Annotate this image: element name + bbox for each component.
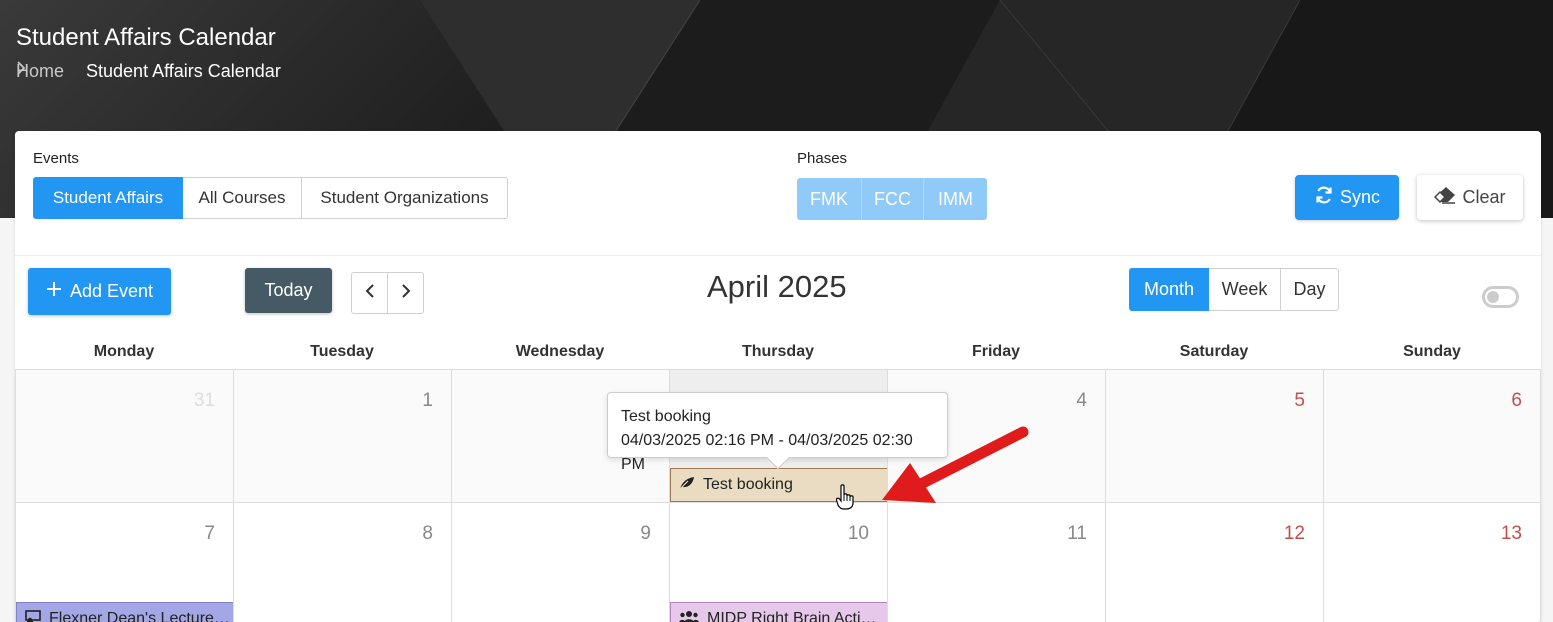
day-cell[interactable]: 1 bbox=[233, 370, 451, 502]
section-divider bbox=[15, 255, 1541, 256]
eraser-icon bbox=[1434, 186, 1456, 209]
filter-student-affairs[interactable]: Student Affairs bbox=[33, 177, 183, 219]
clear-button[interactable]: Clear bbox=[1417, 175, 1523, 220]
day-number: 6 bbox=[1511, 390, 1522, 411]
day-number: 1 bbox=[422, 390, 433, 411]
phases-filter-label: Phases bbox=[797, 150, 848, 167]
hand-cursor-icon bbox=[835, 484, 854, 515]
next-month-button[interactable] bbox=[387, 272, 424, 314]
users-icon bbox=[679, 610, 699, 622]
prev-month-button[interactable] bbox=[351, 272, 388, 314]
weekday-header: Monday Tuesday Wednesday Thursday Friday… bbox=[15, 334, 1541, 370]
add-event-button[interactable]: Add Event bbox=[28, 268, 171, 315]
weekday-monday: Monday bbox=[93, 343, 155, 360]
chevron-right-icon bbox=[401, 283, 411, 304]
today-button[interactable]: Today bbox=[245, 268, 332, 313]
view-day[interactable]: Day bbox=[1281, 268, 1339, 311]
annotation-arrow bbox=[880, 424, 1030, 511]
day-cell[interactable]: 31 bbox=[15, 370, 233, 502]
calendar-card: Events Student Affairs All Courses Stude… bbox=[15, 131, 1541, 622]
day-number: 4 bbox=[1076, 390, 1087, 411]
day-cell[interactable]: 5 bbox=[1105, 370, 1323, 502]
add-event-label: Add Event bbox=[69, 281, 154, 301]
day-cell[interactable]: 12 bbox=[1105, 503, 1323, 622]
phase-imm[interactable]: IMM bbox=[924, 178, 987, 220]
filter-student-organizations[interactable]: Student Organizations bbox=[302, 177, 508, 219]
sync-icon bbox=[1314, 185, 1334, 210]
day-cell[interactable]: 10 MIDP Right Brain Acti… bbox=[669, 503, 888, 622]
day-number: 11 bbox=[1067, 523, 1087, 544]
day-cell[interactable]: 9 bbox=[451, 503, 669, 622]
day-number: 7 bbox=[204, 523, 215, 544]
day-cell[interactable]: 8 bbox=[233, 503, 451, 622]
view-switcher: Month Week Day bbox=[1129, 268, 1339, 311]
plus-icon bbox=[46, 281, 62, 302]
calendar-week-2: 7 Flexner Dean's Lecture… 8 9 10 MIDP Ri… bbox=[15, 503, 1541, 622]
weekday-saturday: Saturday bbox=[1179, 343, 1249, 360]
view-week[interactable]: Week bbox=[1209, 268, 1281, 311]
day-number: 31 bbox=[193, 390, 215, 411]
lecture-icon bbox=[25, 609, 41, 622]
day-number: 12 bbox=[1283, 523, 1305, 544]
toggle-knob bbox=[1487, 291, 1499, 303]
weekday-friday: Friday bbox=[971, 343, 1020, 360]
page-title: Student Affairs Calendar bbox=[16, 24, 276, 51]
chevron-left-icon bbox=[365, 283, 375, 304]
sync-label: Sync bbox=[1339, 187, 1381, 207]
events-filter-group: Student Affairs All Courses Student Orga… bbox=[33, 177, 508, 219]
weekday-tuesday: Tuesday bbox=[310, 343, 374, 360]
phase-fmk[interactable]: FMK bbox=[797, 178, 862, 220]
breadcrumb-current: Student Affairs Calendar bbox=[86, 61, 281, 81]
day-number: 5 bbox=[1294, 390, 1305, 411]
day-cell[interactable]: 11 bbox=[887, 503, 1105, 622]
day-cell[interactable]: 6 bbox=[1323, 370, 1541, 502]
weekday-thursday: Thursday bbox=[741, 343, 814, 360]
weekday-sunday: Sunday bbox=[1403, 343, 1461, 360]
phases-filter-group: FMK FCC IMM bbox=[797, 178, 987, 220]
display-toggle[interactable] bbox=[1482, 286, 1519, 308]
phase-fcc[interactable]: FCC bbox=[862, 178, 924, 220]
day-number: 13 bbox=[1500, 523, 1522, 544]
leaf-icon bbox=[679, 476, 695, 495]
event-midp-right-brain[interactable]: MIDP Right Brain Acti… bbox=[670, 602, 888, 622]
weekday-wednesday: Wednesday bbox=[515, 343, 605, 360]
event-title: Test booking bbox=[703, 476, 793, 493]
day-cell[interactable]: 7 Flexner Dean's Lecture… bbox=[15, 503, 234, 622]
filter-all-courses[interactable]: All Courses bbox=[183, 177, 302, 219]
breadcrumb: Home Student Affairs Calendar bbox=[16, 61, 281, 82]
sync-button[interactable]: Sync bbox=[1295, 175, 1399, 220]
event-title: MIDP Right Brain Acti… bbox=[707, 610, 877, 622]
events-filter-label: Events bbox=[33, 150, 79, 167]
event-title: Flexner Dean's Lecture… bbox=[49, 610, 230, 622]
day-number: 8 bbox=[422, 523, 433, 544]
day-number: 9 bbox=[640, 523, 651, 544]
month-nav bbox=[351, 272, 424, 314]
month-title: April 2025 bbox=[707, 269, 847, 304]
clear-label: Clear bbox=[1462, 187, 1506, 207]
view-month[interactable]: Month bbox=[1129, 268, 1209, 311]
event-flexner-lecture[interactable]: Flexner Dean's Lecture… bbox=[16, 602, 234, 622]
day-cell[interactable]: 13 bbox=[1323, 503, 1541, 622]
day-number: 10 bbox=[847, 523, 869, 544]
